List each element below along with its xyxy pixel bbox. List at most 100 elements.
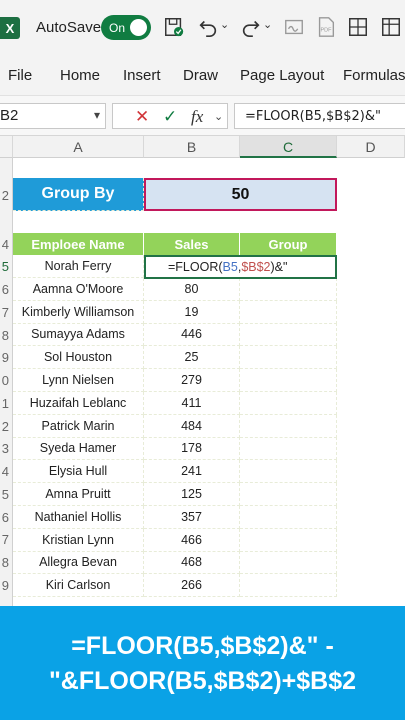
cancel-icon[interactable]: ✕: [135, 107, 149, 127]
group-cell[interactable]: [240, 278, 337, 301]
sales-cell[interactable]: 466: [144, 529, 240, 552]
row-number[interactable]: 9: [0, 350, 13, 365]
row-number[interactable]: 0: [0, 373, 13, 388]
sales-cell[interactable]: 178: [144, 437, 240, 460]
table-header-group[interactable]: Group: [240, 233, 337, 255]
row-number[interactable]: 8: [0, 328, 13, 343]
edit-formula-suffix: )&": [270, 260, 288, 274]
group-cell[interactable]: [240, 483, 337, 506]
sales-cell[interactable]: 446: [144, 323, 240, 346]
tab-page-layout[interactable]: Page Layout: [240, 67, 324, 84]
group-by-label[interactable]: Group By: [13, 178, 144, 211]
group-by-value-cell[interactable]: 50: [144, 178, 337, 211]
column-header-a[interactable]: A: [13, 136, 144, 158]
group-cell[interactable]: [240, 529, 337, 552]
employee-name-cell[interactable]: Sol Houston: [13, 346, 144, 369]
employee-name-cell[interactable]: Elysia Hull: [13, 460, 144, 483]
grid-icon[interactable]: [345, 14, 371, 40]
chevron-down-icon[interactable]: ▾: [94, 108, 100, 122]
sales-cell[interactable]: 279: [144, 369, 240, 392]
sales-cell[interactable]: 266: [144, 574, 240, 597]
row-number[interactable]: 2: [0, 188, 13, 203]
employee-name-cell[interactable]: Patrick Marin: [13, 415, 144, 438]
tab-home[interactable]: Home: [60, 67, 100, 84]
redo-dropdown-icon[interactable]: ⌄: [263, 18, 272, 31]
row-number[interactable]: 5: [0, 259, 13, 274]
table-header-sales[interactable]: Sales: [144, 233, 240, 255]
group-cell[interactable]: [240, 506, 337, 529]
row-number[interactable]: 4: [0, 237, 13, 252]
group-cell[interactable]: [240, 437, 337, 460]
column-header-b[interactable]: B: [144, 136, 240, 158]
sales-cell[interactable]: 357: [144, 506, 240, 529]
row-number[interactable]: 2: [0, 419, 13, 434]
row-number[interactable]: 7: [0, 532, 13, 547]
sales-cell[interactable]: 468: [144, 551, 240, 574]
group-cell[interactable]: [240, 392, 337, 415]
select-all-corner[interactable]: [0, 136, 13, 158]
table-header-name[interactable]: Emploee Name: [13, 233, 144, 255]
tab-formulas[interactable]: Formulas: [343, 67, 405, 84]
redo-icon[interactable]: [238, 14, 264, 40]
row-number[interactable]: 3: [0, 441, 13, 456]
save-icon[interactable]: [161, 14, 187, 40]
row-number[interactable]: 7: [0, 305, 13, 320]
undo-dropdown-icon[interactable]: ⌄: [220, 18, 229, 31]
row-number[interactable]: 1: [0, 396, 13, 411]
autosave-toggle[interactable]: On: [101, 15, 151, 40]
formula-bar: B2 ▾ ✕ ✓ fx ⌄ =FLOOR(B5,$B$2)&": [0, 96, 405, 136]
column-header-d[interactable]: D: [337, 136, 405, 158]
row-number[interactable]: 6: [0, 510, 13, 525]
table-icon[interactable]: [378, 14, 404, 40]
row-number[interactable]: 4: [0, 464, 13, 479]
group-cell[interactable]: [240, 460, 337, 483]
sales-cell[interactable]: 25: [144, 346, 240, 369]
sales-cell[interactable]: 484: [144, 415, 240, 438]
formula-input[interactable]: =FLOOR(B5,$B$2)&": [234, 103, 405, 129]
row-number[interactable]: 9: [0, 578, 13, 593]
sales-cell[interactable]: 411: [144, 392, 240, 415]
edit-formula-ref1: B5: [222, 260, 238, 274]
sales-cell[interactable]: 19: [144, 301, 240, 324]
column-header-c[interactable]: C: [240, 136, 337, 158]
employee-name-cell[interactable]: Nathaniel Hollis: [13, 506, 144, 529]
sales-cell[interactable]: 125: [144, 483, 240, 506]
excel-logo-icon: X: [0, 17, 20, 39]
employee-name-cell[interactable]: Sumayya Adams: [13, 323, 144, 346]
group-cell[interactable]: [240, 415, 337, 438]
employee-name-cell[interactable]: Norah Ferry: [13, 255, 144, 278]
insert-function-icon[interactable]: fx: [191, 107, 203, 127]
row-number[interactable]: 6: [0, 282, 13, 297]
fx-dropdown-icon[interactable]: ⌄: [214, 110, 223, 123]
row-number[interactable]: 8: [0, 555, 13, 570]
enter-icon[interactable]: ✓: [163, 107, 177, 127]
employee-name-cell[interactable]: Kiri Carlson: [13, 574, 144, 597]
group-cell[interactable]: [240, 574, 337, 597]
employee-name-cell[interactable]: Syeda Hamer: [13, 437, 144, 460]
formula-edit-cell[interactable]: =FLOOR(B5, $B$2)&": [144, 255, 337, 279]
group-cell[interactable]: [240, 551, 337, 574]
sign-icon[interactable]: [281, 14, 307, 40]
toggle-label: On: [109, 20, 126, 35]
employee-name-cell[interactable]: Allegra Bevan: [13, 551, 144, 574]
name-box[interactable]: B2 ▾: [0, 103, 106, 129]
tab-insert[interactable]: Insert: [123, 67, 161, 84]
employee-name-cell[interactable]: Kristian Lynn: [13, 529, 144, 552]
employee-name-cell[interactable]: Amna Pruitt: [13, 483, 144, 506]
title-bar: X AutoSave On ⌄ ⌄ PDF: [0, 0, 405, 56]
tab-draw[interactable]: Draw: [183, 67, 218, 84]
undo-icon[interactable]: [195, 14, 221, 40]
group-cell[interactable]: [240, 369, 337, 392]
group-cell[interactable]: [240, 346, 337, 369]
sales-cell[interactable]: 80: [144, 278, 240, 301]
sales-cell[interactable]: 241: [144, 460, 240, 483]
pdf-icon[interactable]: PDF: [313, 14, 339, 40]
employee-name-cell[interactable]: Aamna O'Moore: [13, 278, 144, 301]
employee-name-cell[interactable]: Huzaifah Leblanc: [13, 392, 144, 415]
row-number[interactable]: 5: [0, 487, 13, 502]
tab-file[interactable]: File: [8, 67, 32, 84]
group-cell[interactable]: [240, 323, 337, 346]
group-cell[interactable]: [240, 301, 337, 324]
employee-name-cell[interactable]: Kimberly Williamson: [13, 301, 144, 324]
employee-name-cell[interactable]: Lynn Nielsen: [13, 369, 144, 392]
